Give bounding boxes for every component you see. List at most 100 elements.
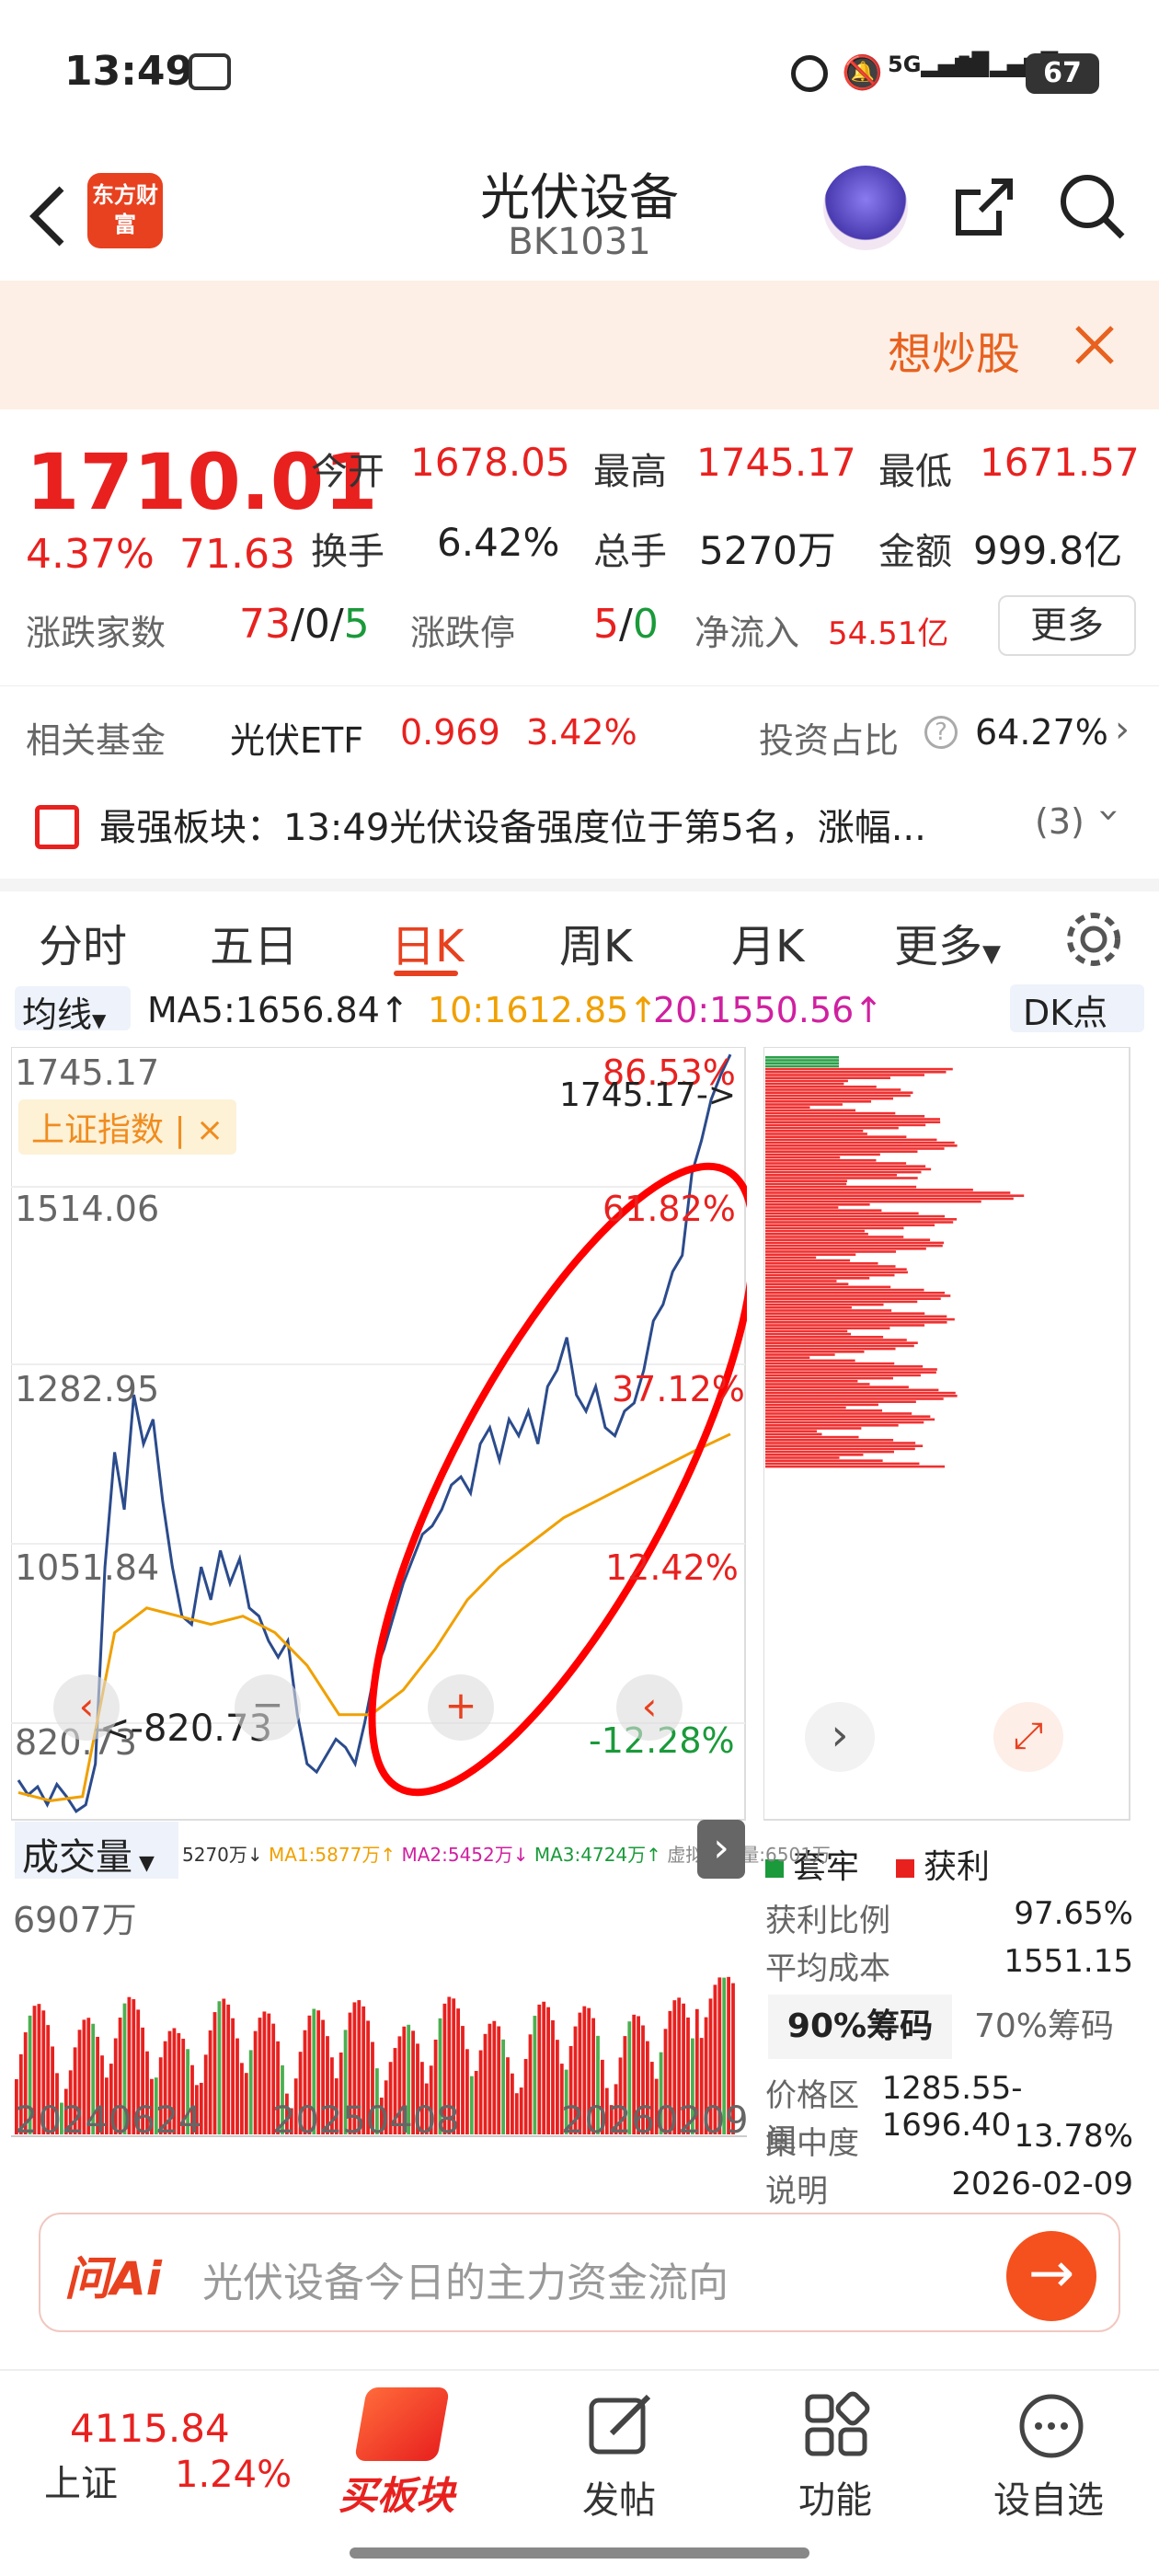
chip-tab-90[interactable]: 90%筹码 — [768, 1995, 952, 2059]
volume-bar — [483, 2033, 488, 2134]
pct-label-3: 37.12% — [612, 1369, 745, 1409]
chip-bar — [765, 1071, 947, 1074]
ai-assistant-icon[interactable] — [823, 166, 908, 250]
chevron-down-icon: › — [1088, 808, 1130, 822]
chip-bar — [765, 1074, 924, 1076]
profit-ratio-value: 97.65% — [1014, 1895, 1133, 1932]
chip-bar — [765, 1185, 917, 1189]
chip-bar — [765, 1368, 937, 1371]
add-watchlist-icon[interactable] — [1015, 2389, 1088, 2463]
volume-bar — [226, 2004, 231, 2134]
volume-select[interactable]: 成交量 ▼ — [15, 1822, 178, 1879]
buy-sector-icon[interactable] — [353, 2387, 451, 2461]
related-fund-row[interactable]: 相关基金 光伏ETF 0.969 3.42% 投资占比 ? 64.27% › — [0, 685, 1159, 777]
chip-bar — [765, 1351, 865, 1353]
vol-info-2: MA1:5877万↑ — [269, 1844, 396, 1866]
index-tag[interactable]: 上证指数 | × — [18, 1099, 237, 1155]
ask-ai-input[interactable]: 光伏设备今日的主力资金流向 — [202, 2249, 729, 2308]
chip-bar — [765, 1462, 920, 1466]
chip-bar — [765, 1380, 858, 1383]
chip-bar — [765, 1212, 919, 1215]
volume-bar — [528, 2034, 533, 2134]
avg-cost-value: 1551.15 — [1004, 1943, 1133, 1980]
tab-daily-k[interactable]: 日K — [391, 910, 464, 974]
bottom-nav: 4115.84 上证 1.24% 买板块 发帖 功能 设自选 — [0, 2369, 1159, 2576]
zoom-out-icon[interactable]: − — [235, 1674, 301, 1741]
nav-post-label[interactable]: 发帖 — [582, 2470, 656, 2524]
nav-watchlist-label[interactable]: 设自选 — [993, 2470, 1104, 2524]
turnover-value: 6.42% — [437, 520, 560, 565]
buy-sector-label[interactable]: 买板块 — [339, 2465, 454, 2521]
price-range-value: 1285.55-1696.40 — [881, 2070, 1023, 2144]
scroll-right-icon[interactable]: ‹ — [616, 1674, 683, 1741]
index-pct[interactable]: 1.24% — [175, 2454, 292, 2496]
post-icon[interactable] — [584, 2389, 658, 2463]
tab-more[interactable]: 更多▼ — [894, 910, 1001, 974]
volume-bar — [497, 2026, 501, 2134]
y-label-1: 1745.17 — [15, 1052, 160, 1093]
chip-bar — [765, 1339, 907, 1341]
index-name[interactable]: 上证 — [44, 2454, 118, 2507]
expand-icon[interactable]: ⤢ — [993, 1702, 1063, 1772]
concentration-value: 13.78% — [1014, 2118, 1133, 2155]
kline-chart-area: 均线▼ MA5:1656.84↑ 10:1612.85↑ 20:1550.56↑… — [0, 975, 1159, 2210]
volume-bar — [556, 2040, 559, 2134]
chip-bar — [765, 1315, 947, 1318]
volume-bar — [244, 2073, 248, 2134]
chip-bar — [765, 1324, 925, 1327]
chip-next-icon[interactable]: › — [805, 1702, 875, 1772]
promo-banner[interactable]: 想炒股 — [0, 281, 1159, 409]
clock: 13:49 — [64, 48, 194, 95]
volume-expand-icon[interactable]: › — [697, 1820, 745, 1879]
search-icon[interactable] — [1056, 170, 1130, 244]
dk-point-button[interactable]: DK点 — [1010, 984, 1144, 1033]
chip-bar — [765, 1250, 897, 1253]
volume-bar — [537, 2004, 542, 2134]
chip-bar — [765, 1088, 901, 1091]
strongest-sector-row[interactable]: 最强板块：13:49光伏设备强度位于第5名，涨幅... (3) › — [0, 777, 1159, 879]
volume-bar — [478, 2050, 483, 2134]
nav-functions-label[interactable]: 功能 — [798, 2470, 872, 2524]
chip-bar — [765, 1165, 926, 1167]
chip-bar — [765, 1109, 856, 1112]
chip-bar — [765, 1067, 953, 1071]
chip-bar — [765, 1321, 947, 1324]
share-icon[interactable] — [947, 170, 1021, 244]
ask-ai-logo: 问Ai — [64, 2252, 162, 2306]
arrow-right-icon[interactable]: → — [1006, 2231, 1096, 2321]
chip-bar — [765, 1191, 1011, 1194]
chip-bar — [765, 1332, 852, 1336]
chip-bar — [765, 1106, 810, 1109]
tab-monthly-k[interactable]: 月K — [731, 910, 804, 974]
help-icon[interactable]: ? — [924, 716, 958, 749]
chip-bar — [765, 1427, 862, 1430]
chip-bar — [765, 1395, 958, 1397]
zoom-in-icon[interactable]: + — [428, 1674, 494, 1741]
price-range-label: 价格区间 — [765, 2077, 859, 2159]
fund-price: 0.969 — [400, 712, 500, 753]
index-value[interactable]: 4115.84 — [70, 2406, 230, 2451]
chip-bar — [765, 1341, 918, 1344]
settings-gear-icon[interactable] — [1062, 908, 1125, 971]
ma-select[interactable]: 均线▼ — [15, 986, 131, 1035]
chip-bar — [765, 1123, 926, 1127]
ask-ai-bar[interactable]: 问Ai 光伏设备今日的主力资金流向 → — [39, 2213, 1120, 2332]
chip-tab-70[interactable]: 70%筹码 — [952, 1995, 1136, 2059]
ma5-value: MA5:1656.84↑ — [147, 990, 409, 1030]
period-tabs: 分时 五日 日K 周K 月K 更多▼ — [0, 879, 1159, 976]
chip-bar — [765, 1347, 896, 1351]
chip-bar — [765, 1454, 864, 1456]
tab-five-day[interactable]: 五日 — [210, 910, 298, 974]
volume-value: 5270万 — [699, 528, 836, 573]
tab-weekly-k[interactable]: 周K — [559, 910, 632, 974]
functions-icon[interactable] — [800, 2389, 874, 2463]
tab-intraday[interactable]: 分时 — [39, 910, 127, 974]
chip-bar — [765, 1317, 955, 1321]
more-button[interactable]: 更多 — [998, 595, 1136, 656]
chip-bar — [765, 1415, 931, 1418]
close-icon[interactable] — [1072, 322, 1118, 368]
scroll-left-icon[interactable]: ‹ — [53, 1674, 120, 1741]
volume-bar — [542, 2001, 546, 2134]
chip-bar — [765, 1214, 946, 1218]
chip-bar — [765, 1432, 822, 1436]
